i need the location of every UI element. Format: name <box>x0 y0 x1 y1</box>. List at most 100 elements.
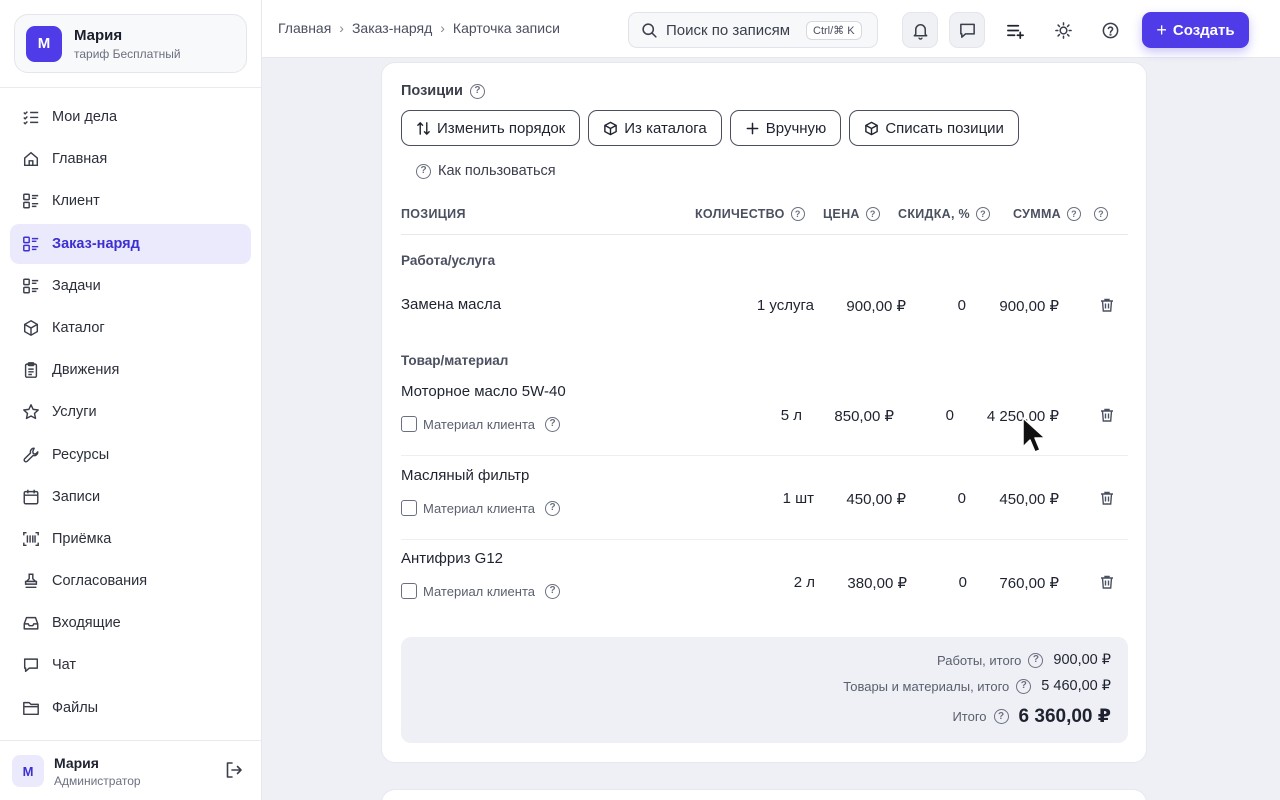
checkbox[interactable] <box>401 583 417 599</box>
sidebar-item-movements[interactable]: Движения <box>10 350 251 390</box>
from-catalog-button[interactable]: Из каталога <box>588 110 722 146</box>
folder-icon <box>23 701 39 715</box>
sum-cell: 450,00 ₽ <box>999 491 1059 508</box>
help-button[interactable] <box>1092 12 1128 48</box>
sidebar-item-catalog[interactable]: Каталог <box>10 308 251 348</box>
quantity-cell[interactable]: 1 шт <box>783 490 814 507</box>
help-icon[interactable]: ? <box>469 83 485 99</box>
help-icon[interactable]: ? <box>545 416 561 432</box>
help-icon[interactable]: ? <box>975 207 990 221</box>
reorder-button[interactable]: Изменить порядок <box>401 110 581 146</box>
breadcrumb-home[interactable]: Главная <box>278 20 331 36</box>
discount-cell[interactable]: 0 <box>959 574 967 591</box>
sidebar-item-label: Главная <box>52 151 108 168</box>
discount-cell[interactable]: 0 <box>958 297 966 314</box>
client-material-label: Материал клиента <box>423 500 536 516</box>
price-cell[interactable]: 380,00 ₽ <box>847 574 907 592</box>
sidebar-item-label: Согласования <box>52 573 148 590</box>
sidebar-item-services[interactable]: Услуги <box>10 392 251 432</box>
sidebar-item-work-order[interactable]: Заказ-наряд <box>10 223 251 264</box>
from-catalog-label: Из каталога <box>624 119 707 137</box>
sidebar-item-label: Записи <box>52 488 101 505</box>
checkbox[interactable] <box>401 500 417 516</box>
trash-icon[interactable] <box>1099 297 1115 313</box>
chat-icon <box>959 23 975 38</box>
grand-total-label: Итого? <box>952 709 1009 724</box>
help-icon[interactable]: ? <box>865 207 880 221</box>
breadcrumb-work-order[interactable]: Заказ-наряд <box>352 20 432 36</box>
calendar-icon <box>23 489 39 505</box>
sidebar-item-inbox[interactable]: Входящие <box>10 603 251 643</box>
write-off-button[interactable]: Списать позиции <box>849 110 1019 146</box>
avatar: М <box>12 755 44 787</box>
sidebar-item-home[interactable]: Главная <box>10 139 251 179</box>
client-material-checkbox[interactable]: Материал клиента ? <box>401 416 561 432</box>
sun-icon <box>1054 21 1072 39</box>
totals-panel: Работы, итого? 900,00 ₽ Товары и материа… <box>401 637 1128 743</box>
breadcrumb-current: Карточка записи <box>452 20 560 36</box>
sidebar-item-client[interactable]: Клиент <box>10 181 251 221</box>
client-material-checkbox[interactable]: Материал клиента ? <box>401 583 561 599</box>
help-icon[interactable]: ? <box>545 583 561 599</box>
sidebar-item-chat[interactable]: Чат <box>10 645 251 685</box>
sidebar-item-label: Движения <box>52 362 120 379</box>
sidebar-item-records[interactable]: Записи <box>10 477 251 517</box>
position-name[interactable]: Замена масла <box>401 296 501 313</box>
howto-link[interactable]: ? Как пользоваться <box>416 163 556 179</box>
theme-toggle-button[interactable] <box>1045 12 1081 48</box>
quantity-cell[interactable]: 5 л <box>781 407 802 424</box>
help-icon[interactable]: ? <box>545 500 561 516</box>
help-icon[interactable]: ? <box>1067 207 1081 221</box>
table-row: Масляный фильтр Материал клиента ? 1 шт … <box>401 457 1128 540</box>
trash-icon[interactable] <box>1099 407 1115 423</box>
logout-icon[interactable] <box>224 760 244 780</box>
sum-cell: 900,00 ₽ <box>999 298 1059 315</box>
add-list-button[interactable] <box>997 12 1033 48</box>
quantity-cell[interactable]: 1 услуга <box>757 297 814 314</box>
column-settings: ? <box>1094 207 1108 221</box>
account-switcher[interactable]: М Мария тариф Бесплатный <box>14 14 247 73</box>
manual-add-button[interactable]: Вручную <box>729 110 842 146</box>
discount-cell[interactable]: 0 <box>946 407 954 424</box>
account-plan: тариф Бесплатный <box>74 46 181 61</box>
user-name: Мария <box>54 754 99 771</box>
sidebar-item-my-tasks[interactable]: Мои дела <box>10 97 251 137</box>
box-icon <box>865 121 879 135</box>
trash-icon[interactable] <box>1099 490 1115 506</box>
top-header: Главная › Заказ-наряд › Карточка записи … <box>262 0 1280 58</box>
trash-icon[interactable] <box>1099 574 1115 590</box>
group-goods: Товар/материал <box>401 353 509 368</box>
box-icon <box>23 319 39 336</box>
sidebar-item-label: Ресурсы <box>52 446 110 463</box>
position-name[interactable]: Моторное масло 5W-40 <box>401 383 566 400</box>
column-quantity: КОЛИЧЕСТВО? <box>695 207 805 221</box>
help-icon[interactable]: ? <box>993 709 1009 724</box>
discount-cell[interactable]: 0 <box>958 490 966 507</box>
user-profile[interactable]: М Мария Администратор <box>12 754 248 788</box>
sum-cell: 760,00 ₽ <box>999 575 1059 592</box>
help-icon[interactable]: ? <box>790 207 805 221</box>
help-icon[interactable]: ? <box>1028 652 1044 668</box>
search-input[interactable]: Поиск по записям Ctrl/⌘ K <box>628 12 878 48</box>
price-cell[interactable]: 850,00 ₽ <box>834 407 894 425</box>
checkbox[interactable] <box>401 416 417 432</box>
messages-button[interactable] <box>949 12 985 48</box>
position-name[interactable]: Масляный фильтр <box>401 467 529 484</box>
sidebar-item-acceptance[interactable]: Приёмка <box>10 519 251 559</box>
help-icon[interactable]: ? <box>1016 678 1032 694</box>
quantity-cell[interactable]: 2 л <box>794 574 815 591</box>
chat-icon <box>23 658 39 673</box>
price-cell[interactable]: 900,00 ₽ <box>846 297 906 315</box>
client-material-checkbox[interactable]: Материал клиента ? <box>401 500 561 516</box>
help-icon[interactable]: ? <box>1094 207 1108 221</box>
sidebar-item-tasks[interactable]: Задачи <box>10 266 251 306</box>
create-button[interactable]: + Создать <box>1142 12 1249 48</box>
sidebar-item-resources[interactable]: Ресурсы <box>10 435 251 475</box>
sidebar-item-approvals[interactable]: Согласования <box>10 561 251 601</box>
goods-total-value: 5 460,00 ₽ <box>1041 678 1111 694</box>
sidebar-item-files[interactable]: Файлы <box>10 688 251 728</box>
notifications-button[interactable] <box>902 12 938 48</box>
client-material-label: Материал клиента <box>423 416 536 432</box>
price-cell[interactable]: 450,00 ₽ <box>846 490 906 508</box>
position-name[interactable]: Антифриз G12 <box>401 550 503 567</box>
